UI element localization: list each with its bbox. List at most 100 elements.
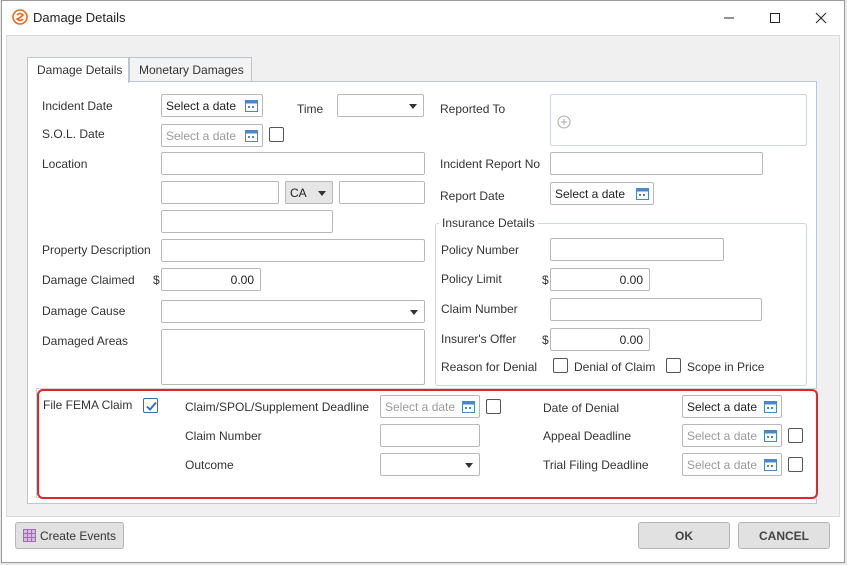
- damage-claimed-label: Damage Claimed: [42, 273, 135, 287]
- sol-date-picker[interactable]: Select a date: [161, 124, 263, 147]
- report-date-label: Report Date: [440, 189, 505, 203]
- policy-number-input[interactable]: [550, 238, 724, 261]
- window-title: Damage Details: [33, 10, 126, 25]
- add-circle-icon[interactable]: [557, 115, 571, 129]
- close-button[interactable]: [798, 1, 844, 35]
- outcome-dropdown[interactable]: [380, 453, 480, 476]
- outcome-label: Outcome: [185, 458, 234, 472]
- reason-for-denial-label: Reason for Denial: [441, 360, 538, 374]
- calendar-icon[interactable]: [635, 186, 650, 201]
- damage-cause-dropdown[interactable]: [161, 300, 425, 323]
- file-fema-claim-label: File FEMA Claim: [43, 398, 133, 412]
- insurers-offer-label: Insurer's Offer: [441, 332, 517, 346]
- claim-deadline-placeholder: Select a date: [385, 400, 456, 414]
- claim-deadline-label: Claim/SPOL/Supplement Deadline: [185, 400, 370, 414]
- ok-label: OK: [675, 528, 693, 543]
- file-fema-claim-checkbox[interactable]: [143, 398, 158, 413]
- location-state-dropdown[interactable]: CA: [285, 181, 333, 204]
- currency-symbol: $: [542, 273, 549, 287]
- policy-limit-label: Policy Limit: [441, 272, 502, 286]
- calendar-grid-icon: [22, 529, 36, 542]
- incident-report-no-input[interactable]: [550, 152, 763, 175]
- maximize-icon: [770, 13, 780, 23]
- time-label: Time: [297, 102, 324, 116]
- location-state-value: CA: [290, 186, 307, 200]
- minimize-icon: [724, 17, 734, 19]
- damage-cause-label: Damage Cause: [42, 304, 126, 318]
- appeal-deadline-picker[interactable]: Select a date: [682, 424, 782, 447]
- calendar-icon[interactable]: [763, 457, 778, 472]
- incident-report-no-label: Incident Report No: [440, 157, 541, 171]
- maximize-button[interactable]: [752, 1, 798, 35]
- scope-in-price-label: Scope in Price: [687, 360, 765, 374]
- policy-limit-value: 0.00: [619, 273, 643, 287]
- property-description-input[interactable]: [161, 239, 425, 262]
- report-date-picker[interactable]: Select a date: [550, 182, 654, 205]
- chevron-down-icon: [409, 104, 417, 109]
- scope-in-price-checkbox[interactable]: [666, 358, 681, 373]
- calendar-icon[interactable]: [763, 399, 778, 414]
- trial-filing-deadline-checkbox[interactable]: [788, 457, 803, 472]
- tab-label: Monetary Damages: [139, 63, 244, 77]
- fema-claim-number-input[interactable]: [380, 424, 480, 447]
- appeal-deadline-checkbox[interactable]: [788, 428, 803, 443]
- incident-date-value: Select a date: [166, 99, 237, 113]
- date-of-denial-value: Select a date: [687, 400, 758, 414]
- damaged-areas-textarea[interactable]: [161, 329, 425, 385]
- reported-to-box[interactable]: [550, 94, 807, 146]
- claim-deadline-checkbox[interactable]: [486, 399, 501, 414]
- claim-deadline-picker[interactable]: Select a date: [380, 395, 480, 418]
- date-of-denial-picker[interactable]: Select a date: [682, 395, 782, 418]
- create-events-button[interactable]: Create Events: [15, 522, 124, 549]
- incident-date-picker[interactable]: Select a date: [161, 94, 263, 117]
- chevron-down-icon: [410, 310, 418, 315]
- currency-symbol: $: [153, 273, 160, 287]
- report-date-value: Select a date: [555, 187, 626, 201]
- location-extra-input[interactable]: [161, 210, 333, 233]
- sol-date-label: S.O.L. Date: [42, 127, 105, 141]
- minimize-button[interactable]: [706, 1, 752, 35]
- insurance-details-title: Insurance Details: [439, 216, 538, 230]
- tab-damage-details[interactable]: Damage Details: [27, 57, 129, 83]
- location-city-input[interactable]: [161, 181, 279, 204]
- sol-date-checkbox[interactable]: [269, 127, 284, 142]
- denial-of-claim-checkbox[interactable]: [553, 358, 568, 373]
- trial-filing-deadline-placeholder: Select a date: [687, 458, 758, 472]
- policy-limit-input[interactable]: 0.00: [550, 268, 650, 291]
- damage-claimed-input[interactable]: 0.00: [161, 268, 261, 291]
- location-zip-input[interactable]: [339, 181, 425, 204]
- location-address-input[interactable]: [161, 152, 425, 175]
- date-of-denial-label: Date of Denial: [543, 401, 620, 415]
- chevron-down-icon: [465, 463, 473, 468]
- tab-monetary-damages[interactable]: Monetary Damages: [129, 57, 252, 82]
- location-label: Location: [42, 157, 88, 171]
- claim-number-label: Claim Number: [441, 302, 518, 316]
- claim-number-input[interactable]: [550, 298, 762, 321]
- incident-date-label: Incident Date: [42, 99, 113, 113]
- insurers-offer-value: 0.00: [619, 333, 643, 347]
- checkmark-icon: [146, 401, 157, 411]
- property-description-label: Property Description: [42, 243, 151, 257]
- cancel-button[interactable]: CANCEL: [738, 522, 830, 549]
- damaged-areas-label: Damaged Areas: [42, 334, 129, 348]
- calendar-icon[interactable]: [244, 98, 259, 113]
- app-logo-icon: [12, 9, 28, 25]
- calendar-icon[interactable]: [244, 128, 259, 143]
- calendar-icon[interactable]: [763, 428, 778, 443]
- denial-of-claim-label: Denial of Claim: [574, 360, 656, 374]
- ok-button[interactable]: OK: [638, 522, 730, 549]
- trial-filing-deadline-picker[interactable]: Select a date: [682, 453, 782, 476]
- cancel-label: CANCEL: [759, 528, 809, 543]
- reported-to-label: Reported To: [440, 102, 506, 116]
- time-dropdown[interactable]: [337, 94, 424, 117]
- currency-symbol: $: [542, 333, 549, 347]
- calendar-icon[interactable]: [461, 399, 476, 414]
- appeal-deadline-placeholder: Select a date: [687, 429, 758, 443]
- close-icon: [815, 12, 827, 24]
- insurers-offer-input[interactable]: 0.00: [550, 328, 650, 351]
- title-bar: Damage Details: [2, 1, 844, 35]
- chevron-down-icon: [318, 191, 326, 196]
- appeal-deadline-label: Appeal Deadline: [543, 429, 632, 443]
- trial-filing-deadline-label: Trial Filing Deadline: [543, 458, 649, 472]
- fema-claim-number-label: Claim Number: [185, 429, 262, 443]
